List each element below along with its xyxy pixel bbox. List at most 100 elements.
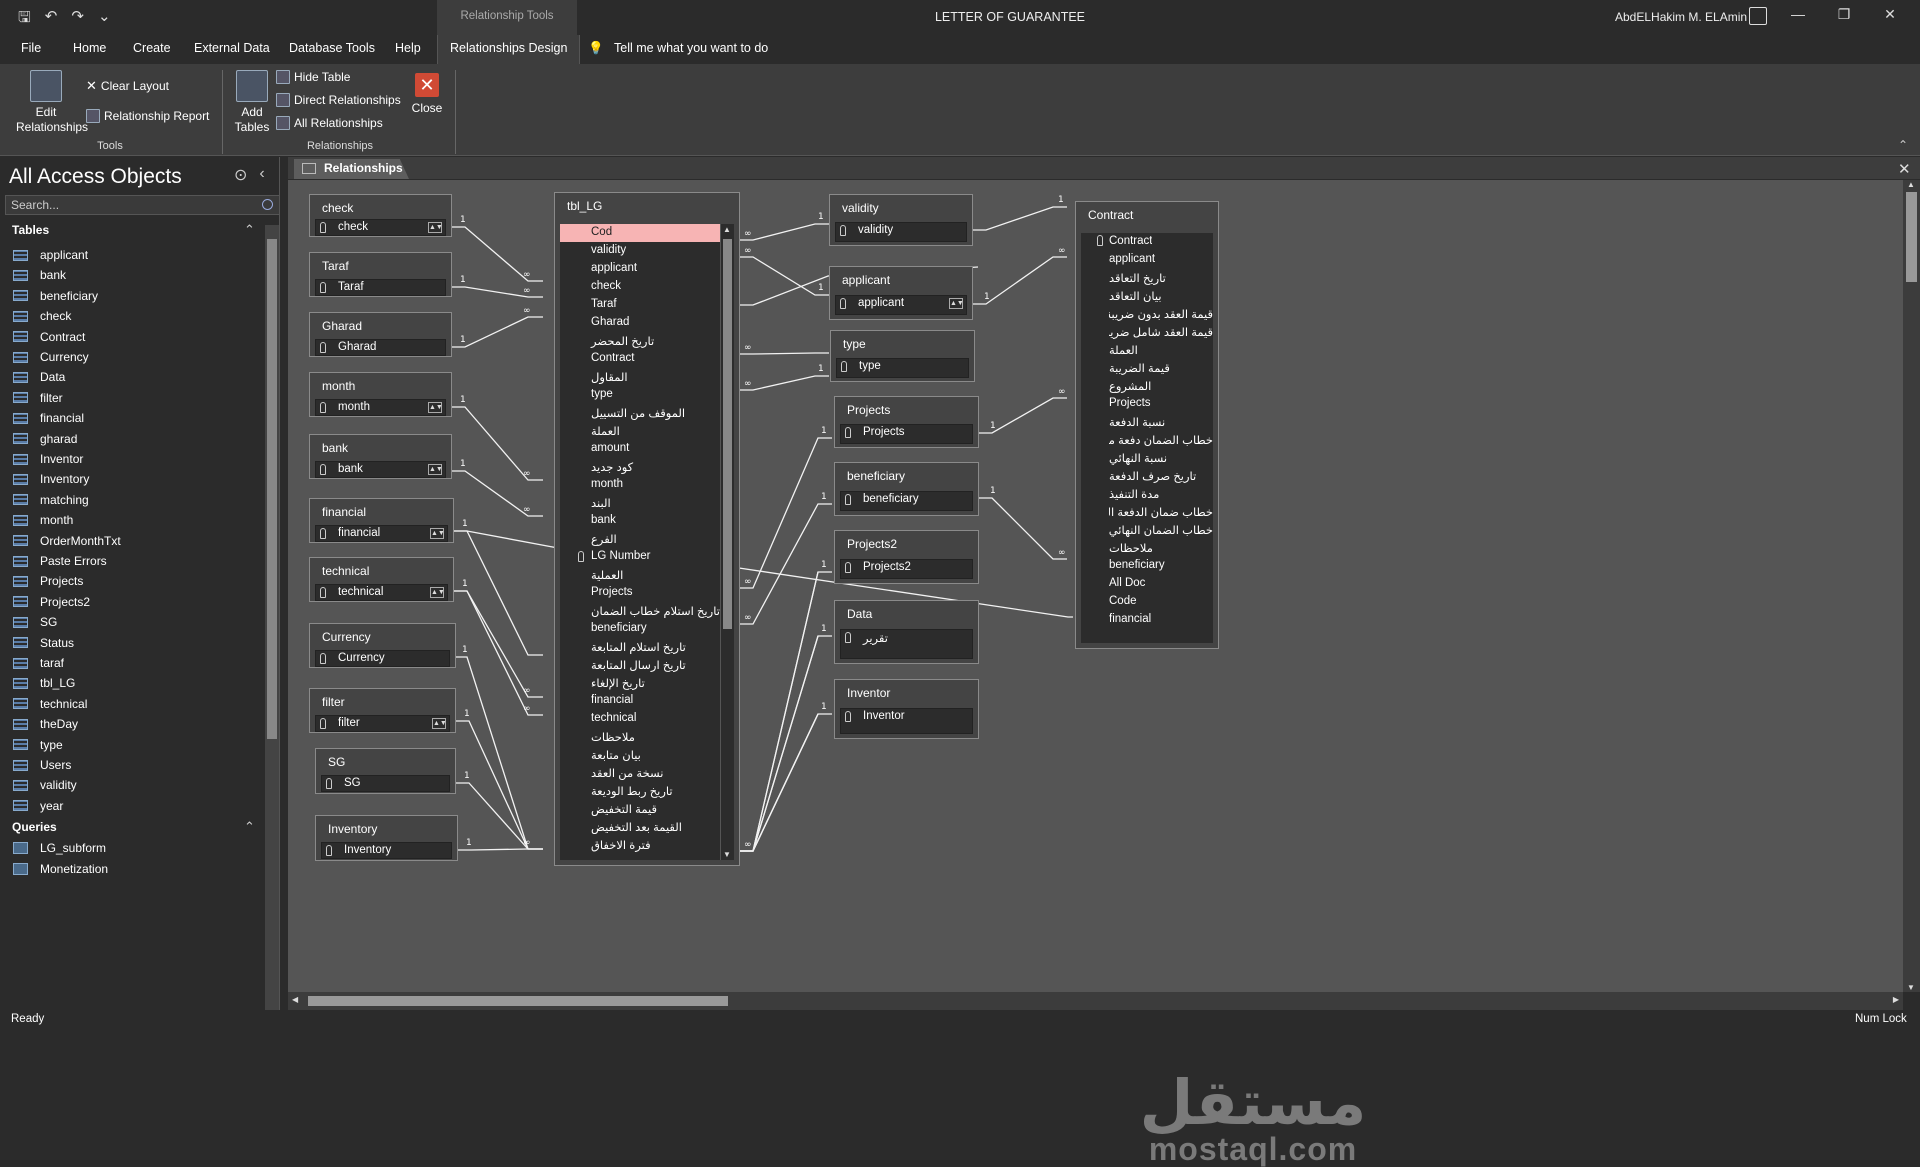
- table-box-check[interactable]: check check ▲▼: [309, 194, 452, 237]
- field-row[interactable]: month: [560, 476, 720, 494]
- field-row[interactable]: amount: [560, 440, 720, 458]
- field-row[interactable]: validity: [560, 242, 720, 260]
- field-list[interactable]: Contract applicant تاريخ التعاقد بيان التعا…: [1081, 233, 1213, 643]
- close-document-icon[interactable]: ✕: [1898, 160, 1911, 178]
- table-box-sg[interactable]: SG SG: [315, 748, 456, 794]
- nav-menu-icon[interactable]: ⊙: [234, 165, 247, 185]
- nav-table-item[interactable]: year: [13, 796, 63, 816]
- table-field[interactable]: Inventory: [321, 842, 452, 859]
- add-tables-button[interactable]: Add Tables: [230, 70, 274, 135]
- table-field[interactable]: تقرير: [840, 629, 973, 659]
- field-row[interactable]: Code: [1081, 593, 1213, 611]
- field-row[interactable]: بيان متابعة: [560, 746, 720, 764]
- table-field[interactable]: bank ▲▼: [315, 461, 446, 478]
- minimize-icon[interactable]: —: [1790, 6, 1806, 23]
- field-row[interactable]: ملاحظات: [560, 728, 720, 746]
- tab-help[interactable]: Help: [395, 41, 421, 55]
- save-icon[interactable]: 🖫: [18, 7, 31, 32]
- table-field[interactable]: validity: [835, 222, 967, 242]
- table-box-data[interactable]: Data تقرير: [834, 600, 979, 664]
- canvas-horizontal-scrollbar[interactable]: ◀ ▶: [288, 992, 1903, 1010]
- hide-table-button[interactable]: Hide Table: [276, 70, 350, 84]
- table-field[interactable]: beneficiary: [840, 491, 973, 511]
- scroll-thumb[interactable]: [723, 239, 732, 629]
- field-list-scrollbar[interactable]: ▲ ▼: [720, 224, 734, 860]
- field-row[interactable]: بيان التعاقد: [1081, 287, 1213, 305]
- field-row[interactable]: العملية: [560, 566, 720, 584]
- nav-table-item[interactable]: tbl_LG: [13, 673, 75, 693]
- tables-section-header[interactable]: Tables: [12, 223, 49, 237]
- table-box-type[interactable]: type type: [830, 330, 975, 382]
- nav-table-item[interactable]: matching: [13, 490, 89, 510]
- field-row[interactable]: تاريخ المحضر: [560, 332, 720, 350]
- field-row[interactable]: beneficiary: [1081, 557, 1213, 575]
- table-box-beneficiary[interactable]: beneficiary beneficiary: [834, 462, 979, 516]
- table-box-taraf[interactable]: Taraf Taraf: [309, 252, 452, 297]
- spin-icon[interactable]: ▲▼: [430, 587, 445, 598]
- field-row[interactable]: قيمة التخفيض: [560, 800, 720, 818]
- relationships-canvas[interactable]: 1 1 1 1 1 1 1 1 1 1 1 1 1 1 1 1 1 1 1 1 1 1 1 ∞ ∞ ∞ ∞ ∞ ∞ ∞ ∞ ∞…: [288, 180, 1903, 1165]
- redo-icon[interactable]: ↷: [71, 7, 84, 32]
- undo-icon[interactable]: ↶: [45, 7, 58, 32]
- field-row[interactable]: تاريخ التعاقد: [1081, 269, 1213, 287]
- table-field[interactable]: Taraf: [315, 279, 446, 296]
- table-box-projects2[interactable]: Projects2 Projects2: [834, 530, 979, 584]
- table-box-bank[interactable]: bank bank ▲▼: [309, 434, 452, 479]
- nav-table-item[interactable]: technical: [13, 694, 87, 714]
- nav-table-item[interactable]: theDay: [13, 714, 78, 734]
- field-row[interactable]: القيمة بعد التخفيض: [560, 818, 720, 836]
- restore-icon[interactable]: ❐: [1836, 6, 1852, 23]
- field-row[interactable]: قيمة العقد بدون ضريبة المبيعات ): [1081, 305, 1213, 323]
- field-row[interactable]: Projects: [560, 584, 720, 602]
- shutter-bar-close-icon[interactable]: ‹: [259, 165, 264, 185]
- nav-table-item[interactable]: Projects2: [13, 592, 90, 612]
- scroll-thumb[interactable]: [267, 239, 277, 739]
- table-box-filter[interactable]: filter filter ▲▼: [309, 688, 456, 733]
- chevron-up-icon[interactable]: ⌃: [244, 222, 255, 238]
- table-box-financial[interactable]: financial financial ▲▼: [309, 498, 454, 543]
- table-box-month[interactable]: month month ▲▼: [309, 372, 452, 417]
- scroll-thumb[interactable]: [1906, 192, 1917, 282]
- table-box-tbl-lg[interactable]: tbl_LG Cod validity applicant check Taraf Gha…: [554, 192, 740, 866]
- nav-table-item[interactable]: financial: [13, 408, 84, 428]
- field-row[interactable]: نسبة النهائي: [1081, 449, 1213, 467]
- field-row[interactable]: All Doc: [1081, 575, 1213, 593]
- tab-create[interactable]: Create: [133, 41, 171, 55]
- table-box-technical[interactable]: technical technical ▲▼: [309, 557, 454, 602]
- scroll-right-icon[interactable]: ▶: [1893, 995, 1899, 1004]
- canvas-vertical-scrollbar[interactable]: ▲ ▼: [1903, 180, 1920, 992]
- field-row[interactable]: Taraf: [560, 296, 720, 314]
- field-row[interactable]: Cod: [560, 224, 720, 242]
- nav-table-item[interactable]: filter: [13, 388, 63, 408]
- table-field[interactable]: Inventor: [840, 708, 973, 734]
- field-row[interactable]: تاريخ ارسال المتابعة: [560, 656, 720, 674]
- relationship-report-button[interactable]: Relationship Report: [86, 109, 209, 123]
- close-window-icon[interactable]: ✕: [1882, 6, 1898, 23]
- field-row[interactable]: financial: [560, 692, 720, 710]
- nav-table-item[interactable]: Paste Errors: [13, 551, 107, 571]
- scroll-left-icon[interactable]: ◀: [292, 995, 298, 1004]
- nav-table-item[interactable]: SG: [13, 612, 57, 632]
- nav-query-item[interactable]: Monetization: [13, 859, 108, 879]
- table-field[interactable]: financial ▲▼: [315, 525, 448, 542]
- nav-table-item[interactable]: applicant: [13, 245, 88, 265]
- field-row[interactable]: نسبة الدفعة: [1081, 413, 1213, 431]
- field-row[interactable]: beneficiary: [560, 620, 720, 638]
- tab-database-tools[interactable]: Database Tools: [289, 41, 375, 55]
- field-row[interactable]: Contract: [560, 350, 720, 368]
- tab-home[interactable]: Home: [73, 41, 106, 55]
- table-field[interactable]: filter ▲▼: [315, 715, 450, 732]
- field-list[interactable]: Cod validity applicant check Taraf Gharad تاري…: [560, 224, 720, 860]
- field-row[interactable]: الموقف من التسييل: [560, 404, 720, 422]
- scroll-down-icon[interactable]: ▼: [1907, 983, 1915, 992]
- field-row[interactable]: المشروع: [1081, 377, 1213, 395]
- field-row[interactable]: تاريخ استلام المتابعة: [560, 638, 720, 656]
- edit-relationships-button[interactable]: Edit Relationships: [6, 70, 88, 135]
- avatar[interactable]: [1749, 7, 1767, 25]
- tab-relationships-design[interactable]: Relationships Design: [437, 35, 581, 64]
- nav-pane-title[interactable]: All Access Objects: [9, 165, 182, 189]
- field-row[interactable]: العملة: [560, 422, 720, 440]
- search-input[interactable]: Search...: [5, 195, 280, 215]
- table-field[interactable]: month ▲▼: [315, 399, 446, 416]
- nav-scrollbar[interactable]: [265, 225, 279, 1010]
